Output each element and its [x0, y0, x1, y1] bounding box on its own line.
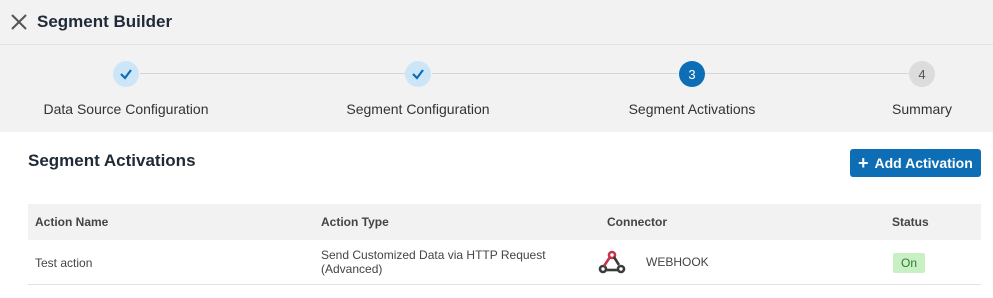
close-icon[interactable] [10, 13, 28, 31]
column-header[interactable]: Action Type [321, 215, 389, 229]
status-badge[interactable]: On [893, 253, 926, 273]
step-number: 4 [909, 61, 935, 87]
step-label: Data Source Configuration [43, 101, 209, 117]
step-check-icon [405, 61, 431, 87]
step-number: 3 [679, 61, 705, 87]
step-label: Segment Configuration [346, 101, 490, 117]
step-connector [705, 73, 909, 74]
column-header[interactable]: Connector [607, 215, 667, 229]
page-title: Segment Builder [37, 12, 173, 31]
column-header[interactable]: Action Name [35, 215, 108, 229]
action-type-cell: Send Customized Data via HTTP Request (A… [321, 248, 546, 276]
table-header: Action Name Action Type Connector Status [28, 204, 981, 240]
step-connector [432, 73, 678, 74]
column-header[interactable]: Status [892, 215, 929, 229]
header-bar: Segment Builder [0, 0, 993, 45]
section-title: Segment Activations [28, 151, 196, 170]
step-connector [140, 73, 405, 74]
add-activation-button[interactable]: + Add Activation [850, 149, 981, 177]
plus-icon: + [858, 153, 869, 173]
step-check-icon [113, 61, 139, 87]
wizard-stepper: Data Source Configuration Segment Config… [0, 45, 993, 132]
action-name-cell[interactable]: Test action [35, 256, 92, 270]
add-activation-label: Add Activation [874, 155, 973, 171]
action-type-line: (Advanced) [321, 262, 383, 276]
step-label: Segment Activations [628, 101, 756, 117]
connector-cell: WEBHOOK [646, 255, 709, 269]
step-label: Summary [892, 101, 952, 117]
webhook-icon [598, 249, 626, 275]
table-row[interactable]: Test action Send Customized Data via HTT… [28, 240, 981, 285]
action-type-line: Send Customized Data via HTTP Request [321, 248, 546, 262]
activations-table: Action Name Action Type Connector Status… [28, 204, 981, 285]
